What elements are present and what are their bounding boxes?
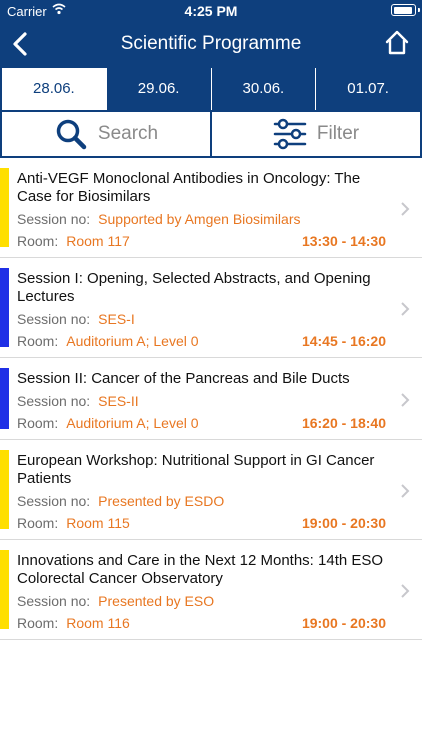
chevron-right-icon	[401, 393, 410, 407]
search-label: Search	[97, 122, 159, 144]
search-button[interactable]: Search	[2, 111, 210, 156]
session-number-row: Session no: SES-II	[17, 393, 139, 409]
chevron-right-icon	[401, 584, 410, 598]
session-room-row: Room: Room 116	[17, 615, 130, 631]
tab-date-1[interactable]: 28.06.	[2, 68, 106, 110]
session-time: 16:20 - 18:40	[301, 415, 386, 431]
session-title: Session II: Cancer of the Pancreas and B…	[17, 370, 350, 387]
search-icon	[56, 119, 87, 149]
session-no-value: Supported by Amgen Biosimilars	[98, 211, 301, 227]
session-number-row: Session no: Presented by ESO	[17, 593, 214, 609]
session-time: 14:45 - 16:20	[301, 333, 386, 349]
session-no-label: Session no:	[17, 211, 91, 227]
room-label: Room:	[17, 415, 59, 431]
session-row[interactable]: Session II: Cancer of the Pancreas and B…	[0, 358, 422, 440]
session-no-label: Session no:	[17, 311, 91, 327]
session-title: Anti-VEGF Monoclonal Antibodies in Oncol…	[17, 170, 361, 205]
room-value: Auditorium A; Level 0	[66, 333, 199, 349]
session-row[interactable]: Innovations and Care in the Next 12 Mont…	[0, 540, 422, 640]
session-time: 19:00 - 20:30	[301, 515, 386, 531]
room-label: Room:	[17, 233, 59, 249]
session-no-label: Session no:	[17, 593, 91, 609]
tab-date-4[interactable]: 01.07.	[315, 68, 420, 110]
session-title: Innovations and Care in the Next 12 Mont…	[17, 552, 384, 587]
session-no-value: SES-II	[98, 393, 139, 409]
session-color-bar	[0, 450, 9, 529]
room-value: Room 115	[66, 515, 130, 531]
session-title: Session I: Opening, Selected Abstracts, …	[17, 270, 371, 305]
session-list: Anti-VEGF Monoclonal Antibodies in Oncol…	[0, 158, 422, 640]
session-no-label: Session no:	[17, 493, 91, 509]
page-title: Scientific Programme	[120, 33, 302, 54]
tab-date-3[interactable]: 30.06.	[210, 68, 316, 110]
chevron-right-icon	[401, 302, 410, 316]
chevron-right-icon	[401, 484, 410, 498]
battery-icon	[391, 4, 420, 16]
navigation-bar: Scientific Programme	[0, 22, 422, 66]
session-no-label: Session no:	[17, 393, 91, 409]
session-number-row: Session no: Presented by ESDO	[17, 493, 224, 509]
session-row[interactable]: Session I: Opening, Selected Abstracts, …	[0, 258, 422, 358]
action-bar: Search Filter	[0, 111, 422, 158]
session-time: 19:00 - 20:30	[301, 615, 386, 631]
room-value: Room 116	[66, 615, 130, 631]
session-number-row: Session no: Supported by Amgen Biosimilar…	[17, 211, 301, 227]
status-bar: Carrier 4:25 PM	[0, 0, 422, 22]
session-color-bar	[0, 268, 9, 347]
session-room-row: Room: Auditorium A; Level 0	[17, 333, 199, 349]
status-time: 4:25 PM	[184, 3, 238, 19]
session-color-bar	[0, 550, 9, 629]
session-room-row: Room: Room 117	[17, 233, 130, 249]
session-room-row: Room: Auditorium A; Level 0	[17, 415, 199, 431]
session-no-value: Presented by ESO	[98, 593, 215, 609]
session-row[interactable]: Anti-VEGF Monoclonal Antibodies in Oncol…	[0, 158, 422, 258]
session-time: 13:30 - 14:30	[301, 233, 386, 249]
home-icon[interactable]	[384, 28, 410, 56]
session-room-row: Room: Room 115	[17, 515, 130, 531]
session-no-value: Presented by ESDO	[98, 493, 225, 509]
session-no-value: SES-I	[98, 311, 135, 327]
filter-sliders-icon	[273, 118, 307, 149]
filter-button[interactable]: Filter	[210, 111, 420, 156]
room-value: Auditorium A; Level 0	[66, 415, 199, 431]
session-number-row: Session no: SES-I	[17, 311, 135, 327]
session-title: European Workshop: Nutritional Support i…	[17, 452, 375, 487]
tab-date-2[interactable]: 29.06.	[105, 68, 211, 110]
session-row[interactable]: European Workshop: Nutritional Support i…	[0, 440, 422, 540]
chevron-right-icon	[401, 202, 410, 216]
session-color-bar	[0, 368, 9, 429]
room-label: Room:	[17, 333, 59, 349]
room-label: Room:	[17, 515, 59, 531]
room-label: Room:	[17, 615, 59, 631]
date-tabs: 28.06. 29.06. 30.06. 01.07.	[0, 66, 422, 112]
room-value: Room 117	[66, 233, 130, 249]
session-color-bar	[0, 168, 9, 247]
filter-label: Filter	[316, 122, 360, 144]
